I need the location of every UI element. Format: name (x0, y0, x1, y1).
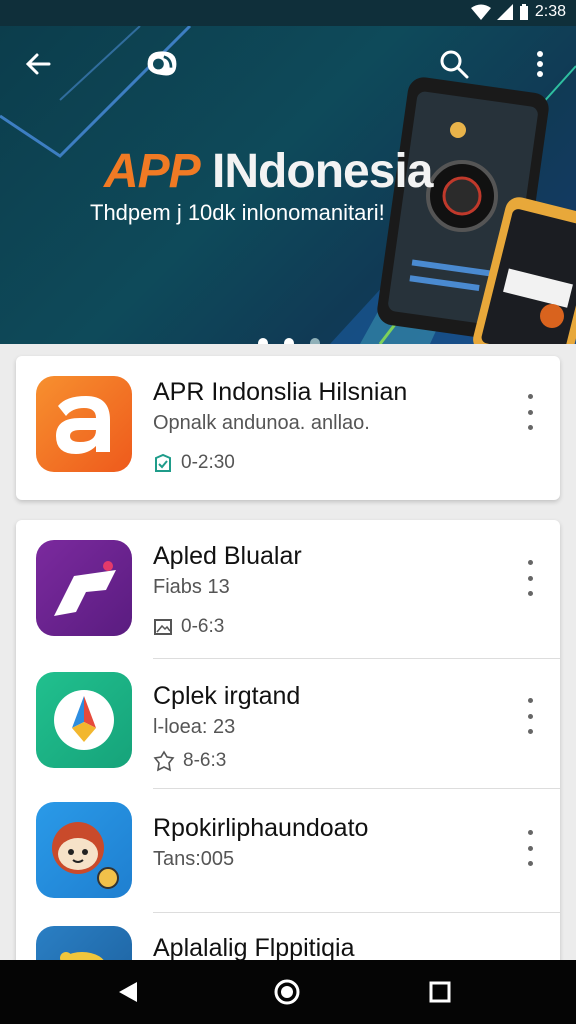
carousel-indicator (258, 338, 320, 344)
app-icon (36, 802, 132, 898)
app-subtitle: Tans:005 (153, 848, 235, 870)
nav-recents-button[interactable] (422, 974, 458, 1010)
list-item[interactable]: Rpokirliphaundoato Tans:005 (16, 788, 560, 918)
item-more-button[interactable] (520, 560, 540, 596)
app-list-card: Apled Blualar Fiabs 13 0-6:3 Cplek irgta… (16, 520, 560, 980)
search-icon (440, 50, 469, 79)
banner-title-part2: INdonesia (212, 145, 433, 198)
signal-icon (496, 4, 513, 20)
banner-title: APP INdonesia (104, 144, 433, 199)
overflow-menu-button[interactable] (522, 46, 558, 82)
more-vert-icon (537, 51, 543, 77)
app-icon (36, 376, 132, 472)
search-button[interactable] (436, 46, 472, 82)
image-icon (154, 619, 172, 635)
item-more-button[interactable] (520, 698, 540, 734)
wifi-icon (470, 4, 491, 20)
arrow-left-icon (25, 53, 51, 75)
app-subtitle: l-loea: 23 (153, 716, 236, 738)
square-recents-icon (429, 981, 451, 1003)
app-meta-text: 8-6:3 (183, 750, 227, 771)
app-icon (36, 540, 132, 636)
circle-home-icon (274, 979, 300, 1005)
app-meta-text: 0-2:30 (181, 452, 235, 473)
badge-icon (153, 750, 175, 772)
app-name: Cplek irgtand (153, 682, 301, 710)
app-meta: 0-6:3 (153, 616, 224, 638)
app-subtitle: Opnalk andunoa. anllao. (153, 412, 370, 434)
list-item[interactable]: Cplek irgtand l-loea: 23 8-6:3 (16, 654, 560, 784)
app-meta: 0-2:30 (153, 452, 235, 474)
nav-back-button[interactable] (110, 974, 146, 1010)
status-icons: 2:38 (470, 3, 566, 21)
carousel-dot[interactable] (258, 338, 268, 344)
list-item[interactable]: APR Indonslia Hilsnian Opnalk andunoa. a… (16, 356, 560, 500)
app-name: Apled Blualar (153, 542, 302, 570)
hero-banner[interactable]: APP INdonesia Thdpem j 10dk inlonomanita… (0, 26, 576, 344)
banner-subtitle: Thdpem j 10dk inlonomanitari! (90, 200, 385, 225)
verified-icon (155, 453, 171, 472)
app-meta-text: 0-6:3 (181, 616, 225, 637)
app-logo (144, 46, 180, 82)
triangle-back-icon (119, 982, 137, 1002)
navigation-bar (0, 960, 576, 1024)
battery-icon (519, 4, 528, 20)
app-name: Aplalalig Flppitiqia (153, 934, 355, 962)
character-icon (52, 822, 119, 889)
featured-app-card[interactable]: APR Indonslia Hilsnian Opnalk andunoa. a… (16, 356, 560, 500)
app-bar (0, 26, 576, 100)
carousel-dot[interactable] (284, 338, 294, 344)
compass-icon (54, 690, 114, 750)
app-meta: 8-6:3 (153, 750, 226, 772)
app-icon (36, 672, 132, 768)
list-item[interactable]: Apled Blualar Fiabs 13 0-6:3 (16, 520, 560, 650)
back-button[interactable] (20, 46, 56, 82)
letter-a-icon (56, 396, 110, 454)
app-name: APR Indonslia Hilsnian (153, 378, 408, 406)
app-name: Rpokirliphaundoato (153, 814, 369, 842)
item-more-button[interactable] (520, 830, 540, 866)
carousel-dot[interactable] (310, 338, 320, 344)
status-bar: 2:38 (0, 0, 576, 26)
app-subtitle: Fiabs 13 (153, 576, 230, 598)
logo-icon (147, 51, 177, 76)
status-time: 2:38 (534, 3, 566, 20)
item-more-button[interactable] (520, 394, 540, 430)
nav-home-button[interactable] (269, 974, 305, 1010)
banner-title-part1: APP (104, 145, 201, 198)
arrow-logo-icon (54, 561, 116, 616)
